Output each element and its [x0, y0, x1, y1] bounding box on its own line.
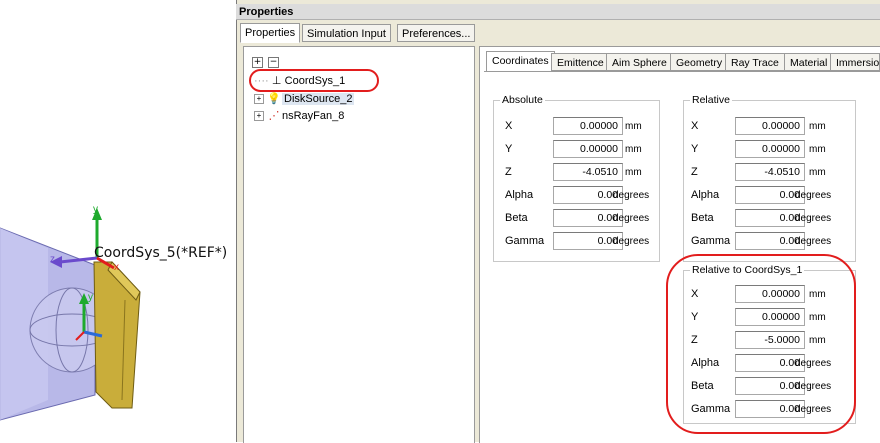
field-label: X: [691, 120, 699, 132]
field-label: Z: [505, 166, 512, 178]
group-title: Absolute: [500, 94, 545, 106]
field-label: Gamma: [691, 403, 731, 415]
axis-label-z: z: [50, 254, 55, 265]
axis-label-y: y: [93, 204, 98, 215]
tree-item-nsrayfan-8[interactable]: + ⋰ nsRayFan_8: [254, 108, 344, 124]
field-row-alpha: Alpha 0.00 degrees: [691, 354, 861, 374]
field-row-gamma: Gamma 0.00 degrees: [691, 400, 861, 420]
field-row-gamma: Gamma 0.00 degrees: [505, 232, 675, 252]
tab-properties[interactable]: Properties: [240, 23, 301, 43]
tab-ray-trace[interactable]: Ray Trace: [725, 53, 785, 71]
field-unit: mm: [809, 167, 826, 178]
3d-scene: [0, 208, 141, 421]
field-label: Y: [691, 311, 699, 323]
expand-icon[interactable]: +: [254, 111, 264, 122]
field-unit: degrees: [613, 236, 650, 247]
field-unit: degrees: [795, 381, 832, 392]
expand-icon[interactable]: +: [254, 94, 264, 105]
field-label: Z: [691, 334, 698, 346]
field-label: X: [505, 120, 513, 132]
field-row-gamma: Gamma 0.00 degrees: [691, 232, 861, 252]
field-value-input[interactable]: -4.0510: [553, 163, 623, 181]
field-unit: degrees: [795, 236, 832, 247]
collapse-all-button[interactable]: −: [268, 57, 279, 68]
field-label: X: [691, 288, 699, 300]
field-row-alpha: Alpha 0.00 degrees: [691, 186, 861, 206]
group-title: Relative: [690, 94, 732, 106]
field-unit: degrees: [613, 213, 650, 224]
object-tree[interactable]: + − ···· ⊥ CoordSys_1 + 💡 DiskSource_2 + ⋰ nsR…: [243, 46, 475, 443]
tab-material[interactable]: Material: [784, 53, 834, 71]
field-label: Gamma: [691, 235, 731, 247]
field-unit: mm: [625, 167, 642, 178]
field-row-z: Z -4.0510 mm: [691, 163, 861, 183]
field-value-input[interactable]: 0.00000: [735, 117, 805, 135]
field-row-z: Z -5.0000 mm: [691, 331, 861, 351]
tab-simulation-input[interactable]: Simulation Input: [302, 24, 391, 42]
field-unit: mm: [625, 121, 642, 132]
tree-item-label: DiskSource_2: [282, 93, 355, 105]
expand-all-button[interactable]: +: [252, 57, 263, 68]
annotation-circle-tree: [249, 69, 379, 92]
field-label: Beta: [505, 212, 528, 224]
field-row-x: X 0.00000 mm: [691, 117, 861, 137]
field-unit: degrees: [613, 190, 650, 201]
tab-coordinates[interactable]: Coordinates: [486, 51, 555, 72]
field-row-x: X 0.00000 mm: [505, 117, 675, 137]
field-unit: mm: [809, 312, 826, 323]
field-label: Alpha: [505, 189, 534, 201]
field-unit: mm: [809, 121, 826, 132]
field-row-alpha: Alpha 0.00 degrees: [505, 186, 675, 206]
window-title: Properties: [236, 4, 880, 20]
field-label: Alpha: [691, 357, 720, 369]
rayfan-icon: ⋰: [268, 110, 280, 122]
tree-item-label: nsRayFan_8: [282, 110, 345, 122]
field-label: Gamma: [505, 235, 545, 247]
field-label: Z: [691, 166, 698, 178]
axis-label-y-lower: y: [88, 292, 93, 303]
field-value-input[interactable]: 0.00000: [735, 140, 805, 158]
lightbulb-icon: 💡: [267, 93, 281, 105]
field-value-input[interactable]: 0.00000: [553, 117, 623, 135]
tab-emittence[interactable]: Emittence: [551, 53, 610, 71]
field-row-z: Z -4.0510 mm: [505, 163, 675, 183]
3d-viewport[interactable]: y z x y CoordSys_5(*REF*): [0, 0, 236, 442]
tree-item-disksource-2[interactable]: + 💡 DiskSource_2: [254, 91, 355, 107]
field-value-input[interactable]: -4.0510: [735, 163, 805, 181]
field-row-beta: Beta 0.00 degrees: [505, 209, 675, 229]
tab-geometry[interactable]: Geometry: [670, 53, 729, 71]
field-label: Y: [691, 143, 699, 155]
field-unit: mm: [809, 289, 826, 300]
field-value-input[interactable]: 0.00000: [553, 140, 623, 158]
field-unit: degrees: [795, 404, 832, 415]
field-row-y: Y 0.00000 mm: [691, 140, 861, 160]
field-row-beta: Beta 0.00 degrees: [691, 377, 861, 397]
field-row-y: Y 0.00000 mm: [691, 308, 861, 328]
field-unit: degrees: [795, 190, 832, 201]
field-unit: degrees: [795, 213, 832, 224]
field-row-y: Y 0.00000 mm: [505, 140, 675, 160]
axis-label-x: x: [114, 262, 119, 273]
field-unit: mm: [809, 144, 826, 155]
field-label: Y: [505, 143, 513, 155]
ref-coordsys-label: CoordSys_5(*REF*): [94, 245, 228, 261]
field-unit: mm: [625, 144, 642, 155]
field-row-beta: Beta 0.00 degrees: [691, 209, 861, 229]
field-label: Beta: [691, 212, 714, 224]
field-label: Beta: [691, 380, 714, 392]
tab-immersion[interactable]: Immersio: [830, 53, 880, 71]
field-unit: degrees: [795, 358, 832, 369]
tab-aim-sphere[interactable]: Aim Sphere: [606, 53, 673, 71]
field-unit: mm: [809, 335, 826, 346]
field-value-input[interactable]: 0.00000: [735, 308, 805, 326]
field-row-x: X 0.00000 mm: [691, 285, 861, 305]
field-value-input[interactable]: 0.00000: [735, 285, 805, 303]
field-label: Alpha: [691, 189, 720, 201]
tab-preferences[interactable]: Preferences...: [397, 24, 476, 42]
field-value-input[interactable]: -5.0000: [735, 331, 805, 349]
